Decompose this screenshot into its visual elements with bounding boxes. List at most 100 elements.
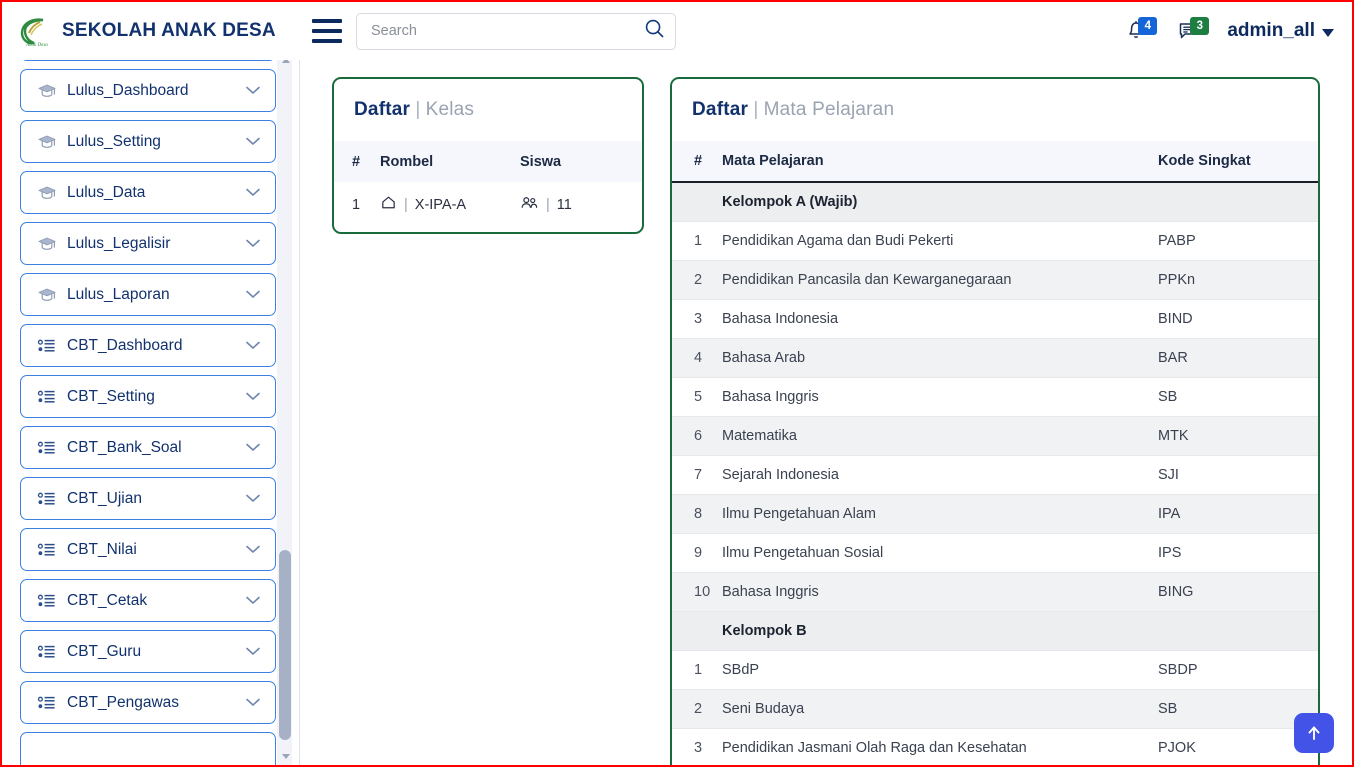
chevron-down-icon[interactable]	[245, 133, 261, 151]
table-row[interactable]: 10 Bahasa Inggris BING	[672, 572, 1318, 612]
sidebar-item-cbt-ujian[interactable]: CBT_Ujian	[20, 477, 276, 520]
kelas-row-index: 1	[352, 196, 361, 213]
table-row[interactable]: 3 Bahasa Indonesia BIND	[672, 300, 1318, 339]
hamburger-menu-icon[interactable]	[312, 18, 342, 44]
mapel-row-code	[1158, 182, 1318, 222]
mapel-col-code: Kode Singkat	[1158, 141, 1318, 182]
notifications-button[interactable]: 4	[1123, 15, 1158, 47]
mapel-card-title: Daftar | Mata Pelajaran	[672, 79, 1318, 121]
graduation-cap-icon	[37, 286, 57, 304]
mapel-col-index: #	[672, 141, 722, 182]
brand-title: SEKOLAH ANAK DESA	[62, 20, 276, 41]
list-task-icon	[37, 388, 57, 406]
sidebar-item-label: CBT_Cetak	[67, 591, 148, 609]
search-input[interactable]	[371, 23, 644, 39]
table-row[interactable]: 7 Sejarah Indonesia SJI	[672, 456, 1318, 495]
table-row[interactable]: 6 Matematika MTK	[672, 416, 1318, 456]
mapel-row-index: 1	[694, 662, 703, 678]
mata-pelajaran-card: Daftar | Mata Pelajaran # Mata Pelajaran…	[670, 77, 1320, 766]
table-row[interactable]: 1 Pendidikan Agama dan Budi Pekerti PABP	[672, 222, 1318, 261]
mapel-table-head: # Mata Pelajaran Kode Singkat	[672, 141, 1318, 182]
user-menu-button[interactable]: admin_all	[1227, 20, 1334, 42]
sidebar-item-cbt-bank-soal[interactable]: CBT_Bank_Soal	[20, 426, 276, 469]
sidebar-item-cbt-pengawas[interactable]: CBT_Pengawas	[20, 681, 276, 724]
scroll-to-top-button[interactable]	[1294, 713, 1334, 753]
chevron-down-icon[interactable]	[245, 337, 261, 355]
mapel-header-row: # Mata Pelajaran Kode Singkat	[672, 141, 1318, 182]
chevron-down-icon[interactable]	[245, 235, 261, 253]
mapel-row-name: Pendidikan Agama dan Budi Pekerti	[722, 233, 954, 249]
kelas-col-index: #	[334, 141, 380, 182]
mapel-row-index: 7	[694, 467, 703, 483]
table-row[interactable]: 8 Ilmu Pengetahuan Alam IPA	[672, 494, 1318, 534]
chevron-down-icon[interactable]	[245, 184, 261, 202]
header-actions: 4 3 admin_all	[1123, 15, 1352, 47]
kelas-col-rombel: Rombel	[380, 141, 520, 182]
chevron-down-icon[interactable]	[245, 439, 261, 457]
scroll-down-arrow-icon[interactable]	[277, 748, 292, 765]
chevron-down-icon[interactable]	[245, 388, 261, 406]
sidebar-scrollbar[interactable]	[277, 50, 292, 765]
mapel-row-index	[672, 182, 722, 222]
chevron-down-icon[interactable]	[245, 286, 261, 304]
mapel-row-index: 5	[694, 389, 703, 405]
table-row[interactable]: 5 Bahasa Inggris SB	[672, 378, 1318, 417]
list-task-icon	[37, 439, 57, 457]
sidebar-navigation[interactable]: Lulus_Dashboard Lulus_Setting Lulus_Data Lu…	[4, 50, 292, 765]
top-header-bar: Anak Desa SEKOLAH ANAK DESA Search 4 3 a…	[2, 2, 1352, 60]
sidebar-item-label: CBT_Setting	[67, 387, 155, 405]
mapel-row-name: Bahasa Arab	[722, 338, 1158, 378]
sidebar-item-partial-14[interactable]	[20, 732, 276, 765]
mapel-row-index: 2	[672, 689, 722, 729]
sidebar-item-lulus-legalisir[interactable]: Lulus_Legalisir	[20, 222, 276, 265]
list-task-icon	[37, 592, 57, 610]
sidebar-item-lulus-dashboard[interactable]: Lulus_Dashboard	[20, 69, 276, 112]
list-task-icon	[37, 694, 57, 712]
brand-block[interactable]: Anak Desa SEKOLAH ANAK DESA	[2, 13, 302, 49]
sidebar-scrollbar-thumb[interactable]	[279, 550, 291, 740]
table-row[interactable]: 1 SBdP SBDP	[672, 651, 1318, 690]
sidebar-item-lulus-laporan[interactable]: Lulus_Laporan	[20, 273, 276, 316]
sidebar-items-list: Lulus_Dashboard Lulus_Setting Lulus_Data Lu…	[4, 50, 292, 765]
sidebar-item-label: Lulus_Laporan	[67, 285, 170, 303]
table-row[interactable]: 4 Bahasa Arab BAR	[672, 338, 1318, 378]
kelas-row-siswa: | 11	[520, 182, 642, 227]
sidebar-item-cbt-nilai[interactable]: CBT_Nilai	[20, 528, 276, 571]
search-box[interactable]	[356, 12, 676, 50]
notification-badge-count: 4	[1138, 17, 1158, 35]
table-row[interactable]: 2 Seni Budaya SB	[672, 689, 1318, 729]
chevron-down-icon[interactable]	[245, 592, 261, 610]
graduation-cap-icon	[37, 235, 57, 253]
mapel-row-name: Ilmu Pengetahuan Sosial	[722, 545, 884, 561]
sidebar-item-cbt-setting[interactable]: CBT_Setting	[20, 375, 276, 418]
sidebar-item-lulus-data[interactable]: Lulus_Data	[20, 171, 276, 214]
sidebar-item-label: CBT_Nilai	[67, 540, 137, 558]
sidebar-item-lulus-setting[interactable]: Lulus_Setting	[20, 120, 276, 163]
messages-badge-count: 3	[1190, 17, 1210, 35]
kelas-title-separator: |	[415, 99, 421, 120]
mapel-row-name: Pendidikan Pancasila dan Kewarganegaraan	[722, 260, 1158, 300]
mapel-row-index: 3	[694, 740, 703, 756]
table-row[interactable]: 1 | X-IPA-A | 11	[334, 182, 642, 227]
kelas-col-siswa: Siswa	[520, 141, 642, 182]
home-icon	[380, 194, 397, 215]
mapel-row-index: 8	[672, 494, 722, 534]
chevron-down-icon[interactable]	[245, 694, 261, 712]
chevron-down-icon[interactable]	[245, 82, 261, 100]
sidebar-item-cbt-guru[interactable]: CBT_Guru	[20, 630, 276, 673]
sidebar-item-cbt-cetak[interactable]: CBT_Cetak	[20, 579, 276, 622]
chevron-down-icon[interactable]	[245, 643, 261, 661]
arrow-up-icon	[1308, 726, 1320, 740]
graduation-cap-icon	[37, 184, 57, 202]
messages-button[interactable]: 3	[1175, 15, 1210, 47]
mapel-group-label: Kelompok A (Wajib)	[722, 182, 1158, 222]
chevron-down-icon[interactable]	[245, 541, 261, 559]
chevron-down-icon[interactable]	[245, 490, 261, 508]
list-task-icon	[37, 490, 57, 508]
sidebar-item-label: Lulus_Data	[67, 183, 146, 201]
table-row[interactable]: 9 Ilmu Pengetahuan Sosial IPS	[672, 534, 1318, 573]
table-row[interactable]: 2 Pendidikan Pancasila dan Kewarganegaraa…	[672, 260, 1318, 300]
table-row[interactable]: 3 Pendidikan Jasmani Olah Raga dan Keseha…	[672, 729, 1318, 766]
sidebar-item-cbt-dashboard[interactable]: CBT_Dashboard	[20, 324, 276, 367]
search-icon[interactable]	[644, 18, 665, 44]
